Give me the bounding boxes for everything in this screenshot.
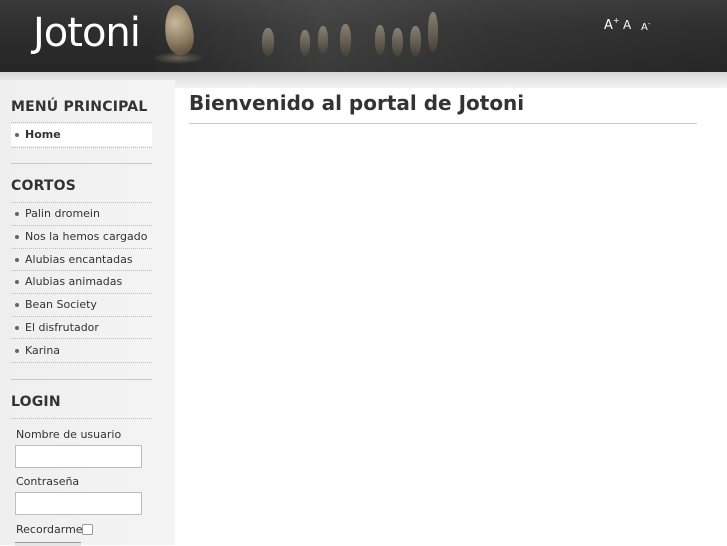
menu-item-label: Karina [25,344,61,357]
site-logo[interactable]: Jotoni [33,10,141,56]
background-bean-image [318,26,328,54]
bullet-icon [15,326,19,330]
bullet-icon [15,258,19,262]
module-separator [11,163,152,164]
background-bean-image [392,28,403,56]
background-bean-image [428,12,438,52]
font-reset-label: A [623,18,632,32]
background-bean-image [262,28,274,56]
font-decrease-button[interactable]: A- [641,20,650,33]
bullet-icon [15,280,19,284]
password-label: Contraseña [16,475,80,488]
font-reset-button[interactable]: A [623,18,631,32]
font-increase-button[interactable]: A+ [604,16,620,33]
font-decrease-label: A [641,22,648,33]
bullet-icon [15,349,19,353]
password-input[interactable] [15,492,142,515]
divider [11,418,152,419]
divider [11,338,152,339]
font-increase-sup: + [612,16,620,25]
menu-item-label: El disfrutador [25,321,99,334]
menu-item-palin-dromein[interactable]: Palin dromein [11,203,152,225]
menu-item-alubias-encantadas[interactable]: Alubias encantadas [11,249,152,271]
bullet-icon [15,212,19,216]
header-banner-shine [150,0,727,72]
module-separator [11,379,152,380]
bullet-icon [15,133,19,137]
background-bean-image [340,24,351,56]
remember-label: Recordarme [16,523,83,536]
menu-item-nos-la-hemos-cargado[interactable]: Nos la hemos cargado [11,226,152,248]
background-bean-image [300,30,310,56]
main-menu-title: MENÚ PRINCIPAL [11,99,148,115]
bullet-icon [15,235,19,239]
username-label: Nombre de usuario [16,428,122,441]
divider [11,147,152,148]
menu-item-karina[interactable]: Karina [11,340,152,362]
remember-checkbox[interactable] [82,524,93,535]
menu-item-label: Nos la hemos cargado [25,230,148,243]
divider [11,362,152,363]
menu-item-alubias-animadas[interactable]: Alubias animadas [11,271,152,293]
font-decrease-sup: - [647,20,651,28]
title-underline [189,123,697,124]
menu-item-label: Bean Society [25,298,97,311]
bean-shadow [152,52,204,64]
divider [11,122,152,123]
menu-item-home[interactable]: Home [11,124,152,146]
login-title: LOGIN [11,394,61,410]
menu-item-label: Home [25,128,61,141]
page-title: Bienvenido al portal de Jotoni [189,91,525,115]
menu-item-label: Alubias animadas [25,275,123,288]
username-input[interactable] [15,445,142,468]
menu-item-bean-society[interactable]: Bean Society [11,294,152,316]
background-bean-image [410,26,421,56]
font-increase-label: A [604,18,613,33]
shorts-menu-title: CORTOS [11,178,77,194]
menu-item-el-disfrutador[interactable]: El disfrutador [11,317,152,339]
login-button-edge[interactable] [15,542,81,546]
background-bean-image [375,25,385,55]
menu-item-label: Alubias encantadas [25,253,133,266]
site-header: Jotoni A+ A A- [0,0,727,72]
menu-item-label: Palin dromein [25,207,100,220]
bullet-icon [15,303,19,307]
